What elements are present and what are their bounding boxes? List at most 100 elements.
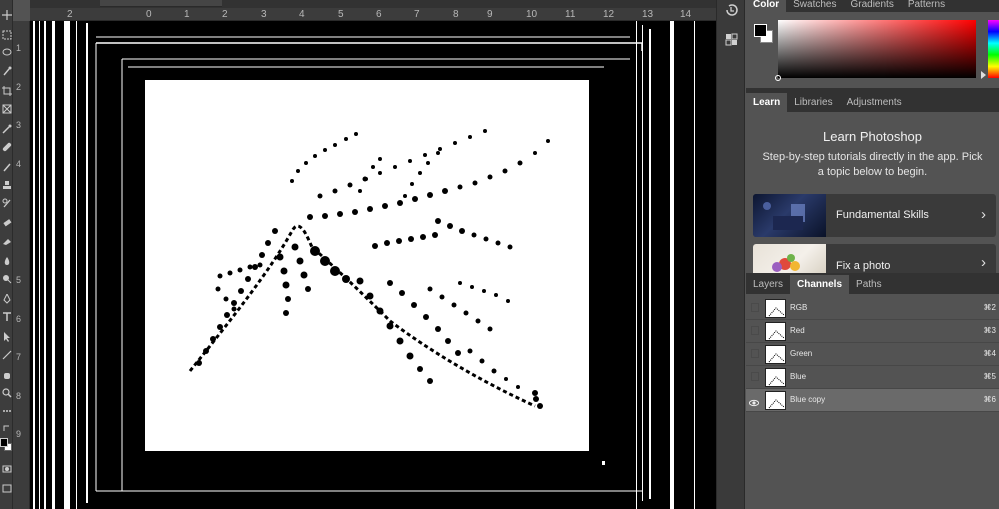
- learn-description: Step-by-step tutorials directly in the a…: [762, 151, 983, 178]
- color-panel-tabs: Color Swatches Gradients Patterns: [746, 0, 999, 12]
- tab-patterns[interactable]: Patterns: [901, 0, 952, 12]
- ruler-label: 13: [642, 9, 654, 20]
- quick-mask-icon[interactable]: [0, 462, 13, 476]
- brush-icon[interactable]: [0, 160, 13, 174]
- ruler-label: 9: [487, 9, 493, 20]
- crop-icon[interactable]: [0, 84, 13, 98]
- tab-swatches[interactable]: Swatches: [786, 0, 843, 12]
- history-icon[interactable]: [724, 3, 739, 18]
- ruler-label: 10: [526, 9, 538, 20]
- tab-libraries[interactable]: Libraries: [787, 93, 839, 112]
- ruler-label: 14: [680, 9, 692, 20]
- channel-row-green[interactable]: Green ⌘4: [746, 343, 999, 366]
- eyedropper-icon[interactable]: [0, 122, 13, 136]
- channel-name: Blue copy: [790, 395, 826, 404]
- panels-dock: Color Swatches Gradients Patterns Learn …: [746, 0, 999, 509]
- screen-mode-icon[interactable]: [0, 482, 13, 496]
- channel-shortcut: ⌘4: [983, 349, 996, 358]
- blur-icon[interactable]: [0, 254, 13, 268]
- frame-icon[interactable]: [0, 102, 13, 116]
- layers-panel-tabs: Layers Channels Paths: [746, 275, 999, 294]
- photoshop-window: 2 0 1 2 3 4 5 6 7 8 9 10 11 12 13 14 1 2…: [0, 0, 999, 509]
- chevron-right-icon: ›: [981, 206, 986, 223]
- type-icon[interactable]: [0, 310, 13, 324]
- channel-shortcut: ⌘6: [983, 395, 996, 404]
- pen-icon[interactable]: [0, 292, 13, 306]
- channel-shortcut: ⌘2: [983, 303, 996, 312]
- history-brush-icon[interactable]: [0, 196, 13, 210]
- ruler-label: 12: [603, 9, 615, 20]
- ruler-label: 6: [376, 9, 382, 20]
- ruler-label: 5: [338, 9, 344, 20]
- ruler-label: 11: [565, 9, 576, 20]
- stamp-icon[interactable]: [0, 178, 13, 192]
- ruler-label: 9: [16, 429, 22, 439]
- tab-color[interactable]: Color: [746, 0, 787, 12]
- quick-select-icon[interactable]: [0, 64, 13, 78]
- channel-thumbnail: [765, 322, 786, 341]
- channel-thumbnail: [765, 345, 786, 364]
- hue-slider[interactable]: [988, 20, 999, 78]
- tab-adjustments[interactable]: Adjustments: [840, 93, 909, 112]
- marquee-icon[interactable]: [0, 28, 13, 42]
- ruler-label: 2: [67, 9, 73, 20]
- gradient-icon[interactable]: [0, 234, 13, 248]
- visibility-toggle[interactable]: [751, 372, 759, 381]
- more-icon[interactable]: [0, 404, 13, 418]
- channel-row-red[interactable]: Red ⌘3: [746, 320, 999, 343]
- channel-thumbnail: [765, 299, 786, 318]
- color-picker-field[interactable]: [775, 20, 976, 81]
- ruler-label: 4: [299, 9, 305, 20]
- hue-slider-handle[interactable]: [981, 71, 986, 79]
- tab-gradients[interactable]: Gradients: [843, 0, 900, 12]
- visibility-toggle[interactable]: [751, 326, 759, 335]
- color-panel: [746, 12, 999, 88]
- vertical-ruler: 1 2 3 4 5 6 7 8 9: [13, 21, 30, 509]
- fg-bg-swatches: [754, 24, 774, 44]
- tab-paths[interactable]: Paths: [849, 275, 889, 294]
- channel-thumbnail: [765, 368, 786, 387]
- collapsed-panels-strip: [717, 0, 745, 509]
- move-icon[interactable]: [0, 8, 13, 22]
- ruler-label: 4: [16, 159, 22, 169]
- ruler-label: 1: [16, 43, 22, 53]
- horizontal-ruler: 2 0 1 2 3 4 5 6 7 8 9 10 11 12 13 14: [30, 8, 716, 21]
- eraser-icon[interactable]: [0, 216, 13, 230]
- ruler-label: 8: [453, 9, 459, 20]
- foreground-color-box[interactable]: [754, 24, 767, 37]
- tutorial-thumbnail: [753, 244, 826, 273]
- zoom-icon[interactable]: [0, 386, 13, 400]
- ruler-label: 8: [16, 391, 22, 401]
- healing-icon[interactable]: [0, 140, 13, 154]
- tutorial-card-fundamental-skills[interactable]: Fundamental Skills ›: [753, 194, 996, 237]
- channel-row-blue-copy[interactable]: Blue copy ⌘6: [746, 389, 999, 412]
- ruler-label: 3: [261, 9, 267, 20]
- color-picker-cursor[interactable]: [775, 75, 781, 81]
- lasso-icon[interactable]: [0, 46, 13, 60]
- tab-learn[interactable]: Learn: [746, 93, 788, 112]
- properties-icon[interactable]: [724, 32, 739, 47]
- learn-panel-tabs: Learn Libraries Adjustments: [746, 93, 999, 112]
- dodge-icon[interactable]: [0, 272, 13, 286]
- document-tab[interactable]: [100, 0, 222, 7]
- learn-title: Learn Photoshop: [822, 129, 923, 144]
- tutorial-card-fix-a-photo[interactable]: Fix a photo ›: [753, 244, 996, 273]
- swap-icon[interactable]: [0, 422, 13, 436]
- foreground-color-swatch[interactable]: [0, 438, 8, 447]
- document-canvas[interactable]: [30, 21, 716, 509]
- visibility-toggle[interactable]: [751, 349, 759, 358]
- ruler-label: 3: [16, 120, 22, 130]
- tutorial-thumbnail: [753, 194, 826, 237]
- ruler-label: 2: [16, 82, 22, 92]
- channel-row-rgb[interactable]: RGB ⌘2: [746, 297, 999, 320]
- ruler-label: 5: [16, 275, 22, 285]
- tab-channels[interactable]: Channels: [790, 275, 850, 294]
- tab-layers[interactable]: Layers: [746, 275, 790, 294]
- line-icon[interactable]: [0, 348, 13, 362]
- eye-icon[interactable]: [748, 395, 760, 407]
- visibility-toggle[interactable]: [751, 303, 759, 312]
- hand-icon[interactable]: [0, 368, 13, 382]
- channel-row-blue[interactable]: Blue ⌘5: [746, 366, 999, 389]
- path-select-icon[interactable]: [0, 330, 13, 344]
- document-tab-bar: [30, 0, 716, 8]
